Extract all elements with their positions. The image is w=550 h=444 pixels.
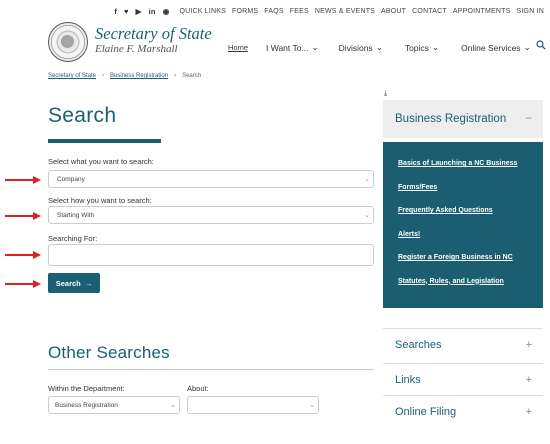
main-nav: Home I Want To... ⌄ Divisions ⌄ Topics ⌄… <box>228 42 531 53</box>
search-type-value: Company <box>57 176 85 183</box>
searches-accordion[interactable]: Searches + <box>383 328 543 360</box>
arrow-right-icon: → <box>84 278 93 288</box>
search-for-input[interactable] <box>48 244 374 266</box>
search-type-select[interactable]: Company ⌄ <box>48 170 374 188</box>
search-method-select[interactable]: Starting With ⌄ <box>48 206 374 224</box>
search-for-label: Searching For: <box>48 234 98 243</box>
fees-link[interactable]: FEES <box>290 8 309 15</box>
link-forms-fees[interactable]: Forms/Fees <box>398 184 543 208</box>
annotation-arrow-icon <box>5 176 41 184</box>
search-method-value: Starting With <box>57 212 95 219</box>
search-method-label: Select how you want to search: <box>48 196 152 205</box>
breadcrumb: Secretary of State › Business Registrati… <box>48 73 201 79</box>
nav-i-want-to-label: I Want To... <box>266 42 309 53</box>
faqs-link[interactable]: FAQS <box>264 8 283 15</box>
within-department-value: Business Registration <box>55 402 118 409</box>
expand-icon: + <box>525 373 532 386</box>
annotation-arrow-icon <box>5 251 41 259</box>
contact-link[interactable]: CONTACT <box>412 8 447 15</box>
links-accordion-label: Links <box>395 373 421 386</box>
chevron-down-icon: ⌄ <box>431 42 440 52</box>
nav-home-label: Home <box>228 43 249 52</box>
rss-icon[interactable]: ◉ <box>163 7 170 16</box>
other-searches-title: Other Searches <box>48 343 170 362</box>
within-department-label: Within the Department: <box>48 384 125 393</box>
chevron-down-icon: ⌄ <box>309 402 315 409</box>
link-statutes-rules[interactable]: Statutes, Rules, and Legislation <box>398 278 543 302</box>
youtube-icon[interactable]: ▶ <box>136 7 142 16</box>
nav-home[interactable]: Home <box>228 42 248 53</box>
nav-i-want-to[interactable]: I Want To... ⌄ <box>266 42 319 53</box>
divider <box>48 369 374 370</box>
quick-links-link[interactable]: QUICK LINKS <box>179 8 226 15</box>
link-alerts[interactable]: Alerts! <box>398 231 543 255</box>
search-icon[interactable] <box>536 40 546 50</box>
breadcrumb-separator: › <box>102 73 105 79</box>
search-button-label: Search <box>55 278 81 288</box>
link-faq[interactable]: Frequently Asked Questions <box>398 207 543 231</box>
utility-bar: f ♥ ▶ in ◉ QUICK LINKS FORMS FAQS FEES N… <box>114 5 544 17</box>
collapse-icon: − <box>525 113 532 125</box>
title-underline <box>48 139 161 143</box>
search-type-label: Select what you want to search: <box>48 157 154 166</box>
link-register-foreign-business[interactable]: Register a Foreign Business in NC <box>398 254 543 278</box>
chevron-down-icon: ⌄ <box>375 42 383 52</box>
expand-icon: + <box>525 405 532 418</box>
breadcrumb-secretary-of-state[interactable]: Secretary of State <box>48 73 96 79</box>
annotation-arrow-icon <box>5 212 41 220</box>
sign-in-link[interactable]: SIGN IN <box>517 8 544 15</box>
nav-online-services[interactable]: Online Services ⌄ <box>461 42 531 53</box>
download-icon[interactable]: ⤓ <box>384 90 387 98</box>
linkedin-icon[interactable]: in <box>149 7 156 16</box>
twitter-icon[interactable]: ♥ <box>124 7 129 16</box>
search-button[interactable]: Search → <box>48 273 100 293</box>
nav-divisions-label: Divisions <box>338 42 373 53</box>
online-filing-accordion-label: Online Filing <box>395 405 457 418</box>
brand-title[interactable]: Secretary of State <box>95 24 212 44</box>
brand-subtitle: Elaine F. Marshall <box>95 43 178 55</box>
page-title: Search <box>48 104 117 127</box>
chevron-down-icon: ⌄ <box>364 176 370 183</box>
business-registration-accordion[interactable]: Business Registration − <box>383 100 543 138</box>
breadcrumb-current: Search <box>182 73 202 79</box>
online-filing-accordion[interactable]: Online Filing + <box>383 395 543 427</box>
expand-icon: + <box>525 338 532 351</box>
business-registration-heading: Business Registration <box>395 113 507 125</box>
nav-online-services-label: Online Services <box>461 42 521 53</box>
breadcrumb-separator: › <box>174 73 177 79</box>
state-seal-logo[interactable] <box>48 22 88 62</box>
appointments-link[interactable]: APPOINTMENTS <box>453 8 511 15</box>
about-label: About: <box>187 384 209 393</box>
within-department-select[interactable]: Business Registration ⌄ <box>48 396 180 414</box>
business-registration-links: Basics of Launching a NC Business Forms/… <box>383 142 543 308</box>
nav-divisions[interactable]: Divisions ⌄ <box>339 42 383 53</box>
facebook-icon[interactable]: f <box>114 7 117 16</box>
annotation-arrow-icon <box>5 280 41 288</box>
about-select[interactable]: ⌄ <box>187 396 319 414</box>
forms-link[interactable]: FORMS <box>232 8 258 15</box>
breadcrumb-business-registration[interactable]: Business Registration <box>110 73 168 79</box>
links-accordion[interactable]: Links + <box>383 363 543 395</box>
nav-topics[interactable]: Topics ⌄ <box>405 42 439 53</box>
chevron-down-icon: ⌄ <box>523 42 531 52</box>
chevron-down-icon: ⌄ <box>170 402 176 409</box>
chevron-down-icon: ⌄ <box>311 42 319 52</box>
social-links: f ♥ ▶ in ◉ <box>114 7 169 16</box>
nav-topics-label: Topics <box>404 42 429 53</box>
about-link[interactable]: ABOUT <box>381 8 406 15</box>
link-basics-launching-business[interactable]: Basics of Launching a NC Business <box>398 160 543 184</box>
chevron-down-icon: ⌄ <box>364 212 370 219</box>
searches-accordion-label: Searches <box>395 338 442 351</box>
news-events-link[interactable]: NEWS & EVENTS <box>315 8 375 15</box>
